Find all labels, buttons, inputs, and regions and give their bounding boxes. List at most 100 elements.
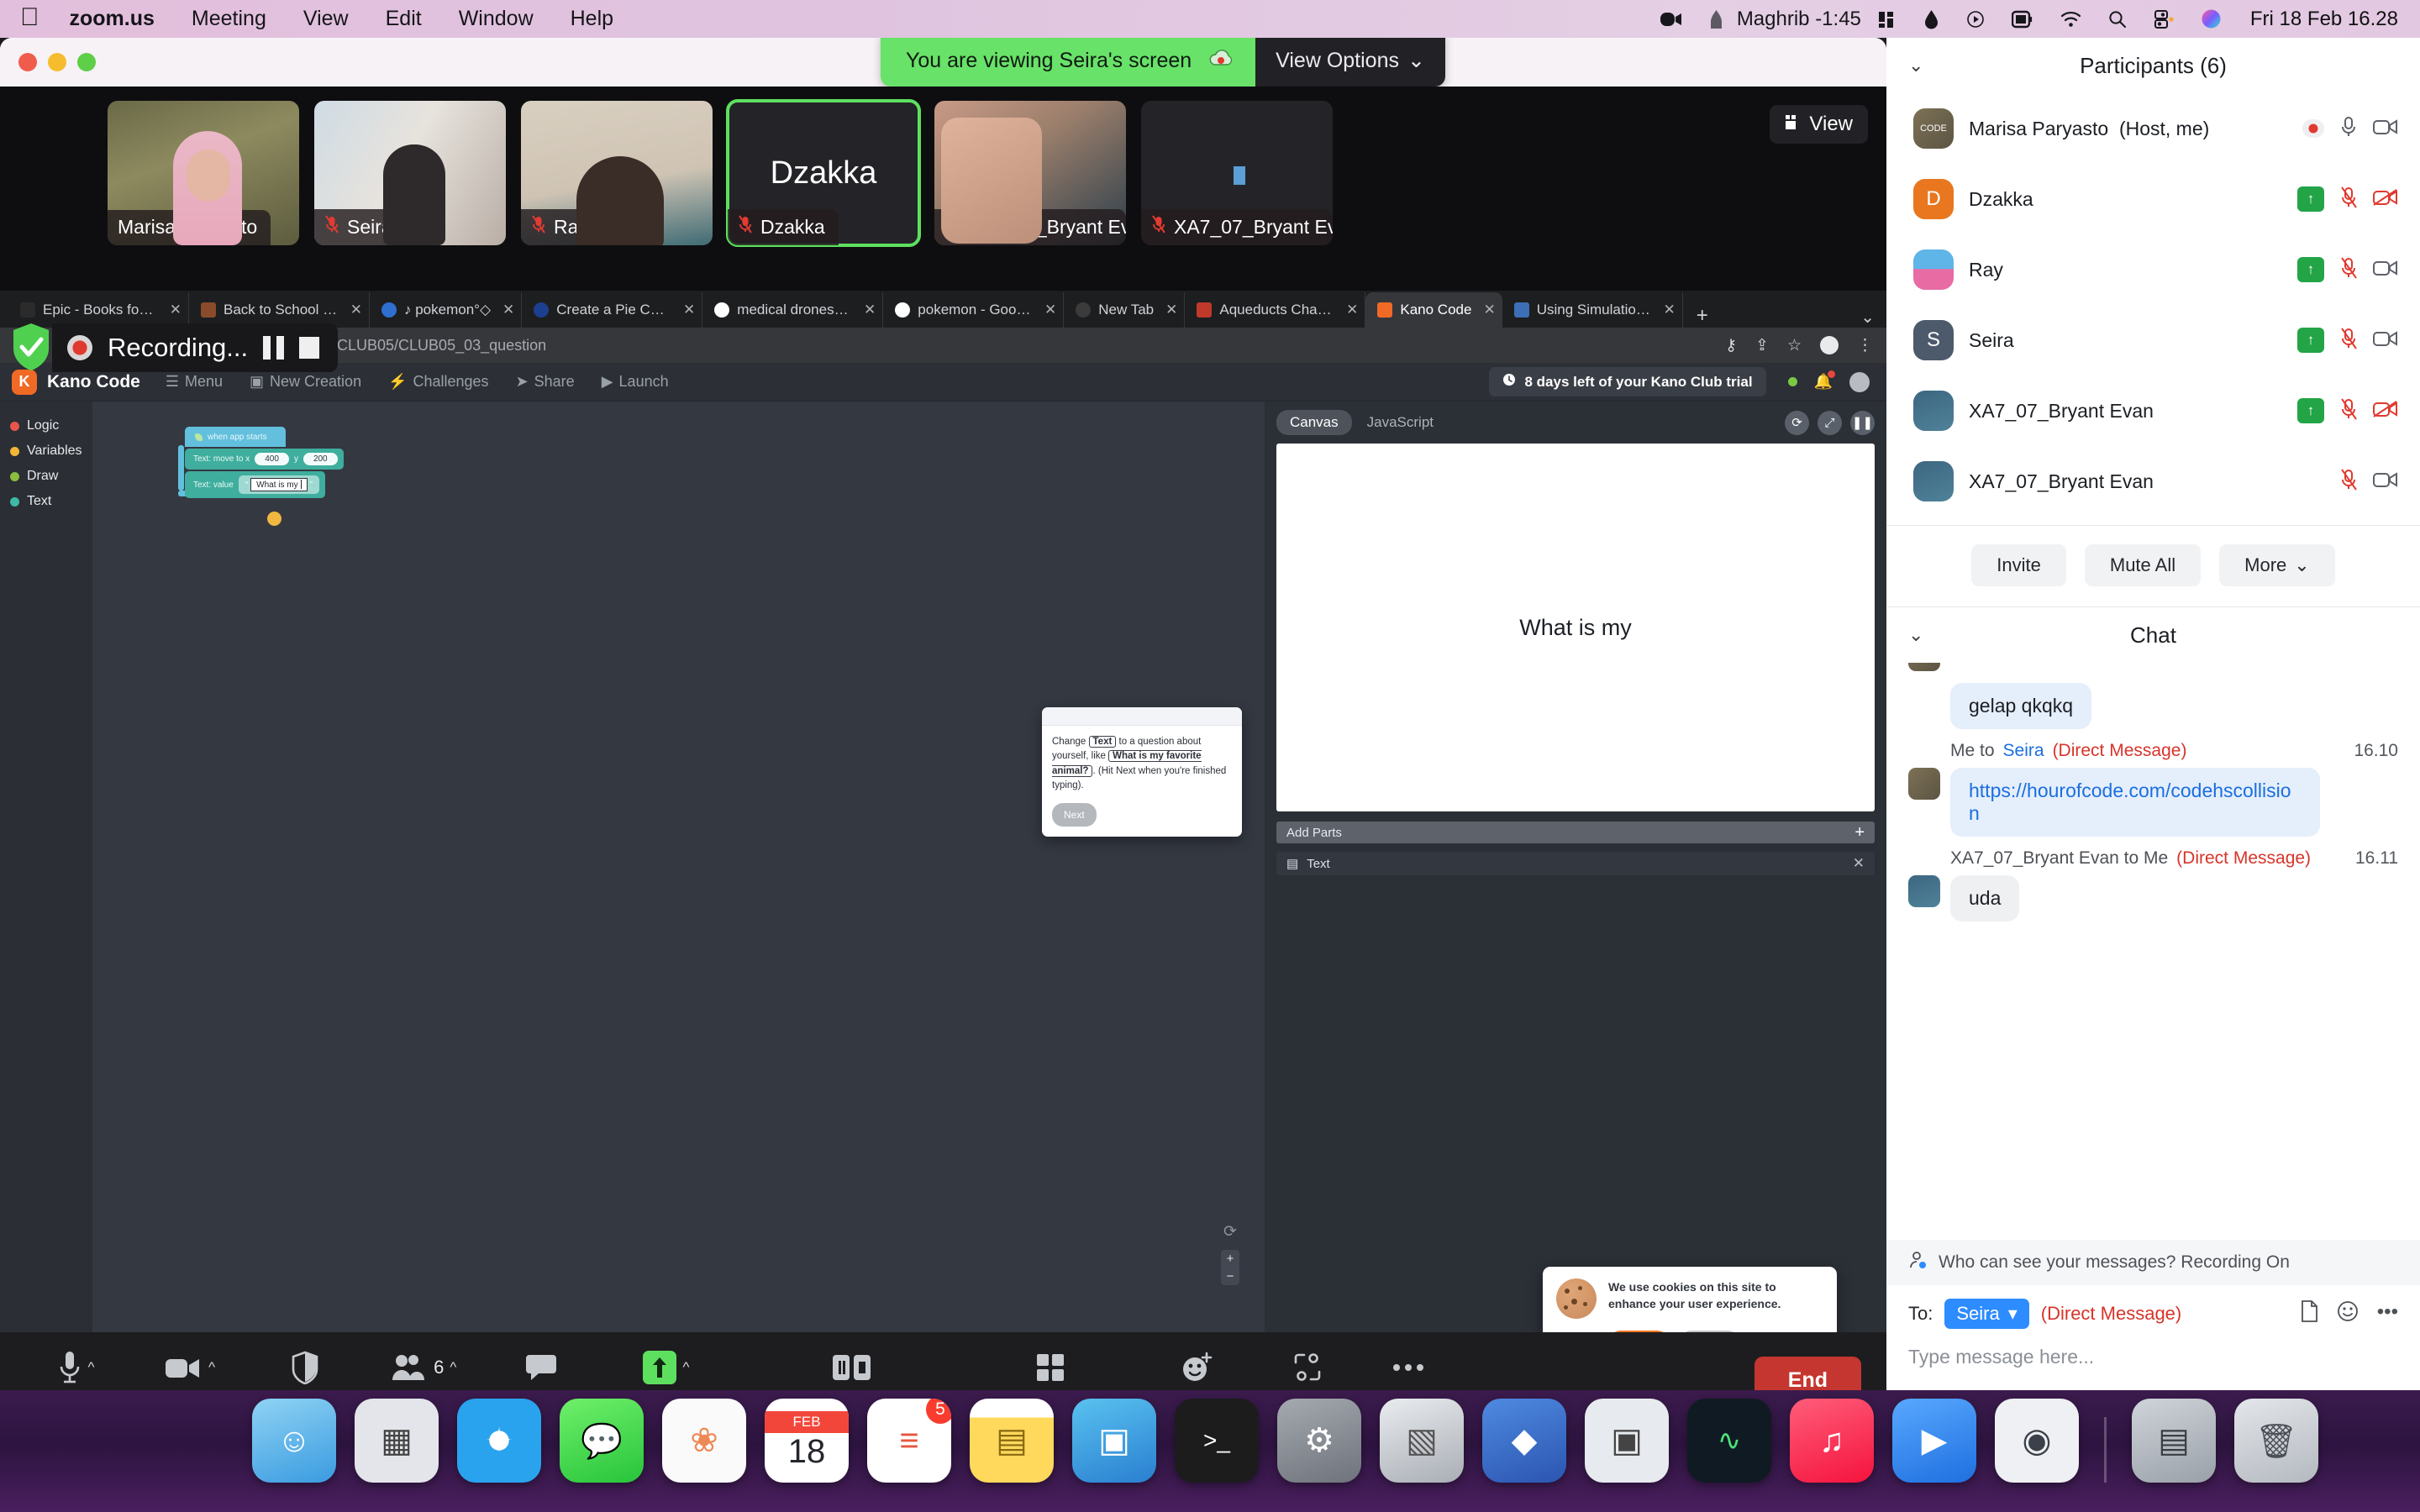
block-input-y[interactable]: 200 [302,453,338,465]
menu-meeting[interactable]: Meeting [173,7,285,31]
user-avatar-icon[interactable] [1849,371,1870,392]
stats-icon[interactable] [1865,10,1910,29]
search-icon[interactable] [2095,10,2140,29]
chat-recipient-dropdown[interactable]: Seira ▾ [1944,1299,2029,1329]
view-options-button[interactable]: View Options ⌄ [1255,38,1445,87]
browser-tab[interactable]: Using Simulations | CodeHS ✕ [1502,292,1683,328]
stacks-icon[interactable]: ▤ [2132,1399,2216,1483]
raise-hand-icon[interactable]: ↑ [2297,257,2324,282]
apple-icon[interactable]:  [20,4,51,34]
block-text-input[interactable]: What is my [250,478,308,491]
tab-javascript[interactable]: JavaScript [1367,414,1434,431]
raise-hand-icon[interactable]: ↑ [2297,186,2324,212]
mic-off-icon[interactable] [2339,186,2358,213]
tab-close-icon[interactable]: ✕ [498,302,514,318]
kano-share-button[interactable]: ➤ Share [502,373,588,391]
toolbar-participants-button[interactable]: 6 ^ Participants [357,1347,491,1390]
tab-close-icon[interactable]: ✕ [1040,302,1056,318]
kano-launch-button[interactable]: ▶ Launch [588,373,682,391]
finder-icon[interactable]: ☺ [252,1399,336,1483]
toolbar-breakout-rooms-button[interactable]: Breakout Rooms [963,1347,1138,1390]
play-circle-icon[interactable] [1953,10,1998,29]
participant-row-marisa[interactable]: CODE Marisa Paryasto (Host, me) [1886,93,2420,164]
kebab-menu-icon[interactable]: ⋮ [1857,336,1873,355]
refresh-icon[interactable]: ⟳ [1223,1222,1237,1242]
mute-options-caret[interactable]: ^ [88,1359,95,1376]
raise-hand-icon[interactable]: ↑ [2297,328,2324,353]
toolbar-mute-button[interactable]: ^ Mute [25,1347,126,1390]
tab-canvas[interactable]: Canvas [1276,410,1352,435]
chevron-down-icon[interactable]: ⌄ [1908,55,1923,76]
tab-close-icon[interactable]: ✕ [679,302,695,318]
tab-close-icon[interactable]: ✕ [346,302,362,318]
video-thumbnail-ray[interactable]: Ray [521,101,713,245]
toolbar-reactions-button[interactable]: Reactions [1138,1347,1257,1390]
chat-message-input[interactable]: Type message here... [1886,1337,2420,1390]
tab-close-icon[interactable]: ✕ [1659,302,1675,318]
music-icon[interactable]: ♫ [1790,1399,1874,1483]
kano-new-creation-button[interactable]: ▣ New Creation [236,373,375,391]
block-input-x[interactable]: 400 [255,453,289,465]
part-row-text[interactable]: ▤ Text ✕ [1276,852,1875,875]
block-when-app-starts[interactable]: when app starts [185,427,286,447]
trash-icon[interactable]: 🗑 [2234,1399,2318,1483]
minimize-window-button[interactable] [48,53,66,71]
spotlight-icon[interactable]: ◉ [1995,1399,2079,1483]
ellipsis-icon[interactable]: ••• [2377,1300,2398,1328]
palette-item-draw[interactable]: Draw [0,464,92,489]
deny-button[interactable]: Deny [1679,1331,1741,1332]
kano-menu-button[interactable]: ☰ Menu [152,373,236,391]
toolbar-apps-button[interactable]: Apps [1257,1347,1358,1390]
browser-tab[interactable]: New Tab ✕ [1064,292,1186,328]
kano-workspace[interactable]: when app starts Text: move to x 400 y 20… [92,402,1265,1332]
bell-icon[interactable]: 🔔 [1814,370,1835,391]
new-tab-button[interactable]: + [1683,304,1722,328]
messages-icon[interactable]: 💬 [560,1399,644,1483]
close-icon[interactable]: ✕ [1853,855,1865,872]
toolbar-chat-button[interactable]: Chat [491,1347,592,1390]
menu-edit[interactable]: Edit [367,7,440,31]
video-camera-icon[interactable] [2373,118,2398,140]
safari-icon[interactable]: ✦ [457,1399,541,1483]
close-window-button[interactable] [18,53,37,71]
prayer-time-text[interactable]: Maghrib -1:45 [1737,8,1865,31]
browser-tab-active-kano[interactable]: Kano Code ✕ [1365,292,1502,328]
next-button[interactable]: Next [1052,803,1097,827]
video-thumbnail-dzakka[interactable]: Dzakka Dzakka [726,99,921,247]
pause-recording-button[interactable] [263,336,285,360]
tab-close-icon[interactable]: ✕ [1342,302,1358,318]
raise-hand-icon[interactable]: ↑ [2297,398,2324,423]
video-off-icon[interactable] [2373,400,2398,423]
maximize-window-button[interactable] [77,53,96,71]
browser-tab[interactable]: Back to School 2021 - BrainPO ✕ [189,292,370,328]
participant-row-bryant-2[interactable]: XA7_07_Bryant Evan [1886,446,2420,517]
menu-window[interactable]: Window [440,7,552,31]
video-thumbnail-seira[interactable]: Seira [314,101,506,245]
video-thumbnail-bryant-2[interactable]: XA7_07_Bryant Evan [1141,101,1333,245]
file-icon[interactable] [2300,1299,2318,1328]
browser-tab[interactable]: medical drones - Google Searc ✕ [702,292,884,328]
tab-close-icon[interactable]: ✕ [1479,302,1495,318]
menu-zoomus[interactable]: zoom.us [51,7,173,31]
block-stack[interactable]: when app starts Text: move to x 400 y 20… [178,427,344,526]
emoji-icon[interactable] [2337,1300,2359,1328]
add-part-plus-icon[interactable]: + [1854,823,1865,843]
siri-icon[interactable] [2187,8,2235,29]
roblox-icon[interactable]: ▣ [1585,1399,1669,1483]
droplet-icon[interactable] [1910,9,1953,29]
menu-view[interactable]: View [285,7,367,31]
zoom-out-button[interactable]: − [1221,1268,1239,1285]
system-preferences-icon[interactable]: ⚙ [1277,1399,1361,1483]
microphone-icon[interactable] [2339,116,2358,142]
video-camera-icon[interactable] [2373,329,2398,352]
browser-tab[interactable]: pokemon - Google Search ✕ [883,292,1065,328]
mosque-icon[interactable] [1696,9,1737,29]
fullscreen-icon[interactable]: ⤢ [1818,410,1842,435]
block-text-move-to[interactable]: Text: move to x 400 y 200 [185,449,344,470]
kano-logo-icon[interactable]: K [12,369,37,395]
participants-options-caret[interactable]: ^ [450,1359,456,1376]
control-center-icon[interactable] [2140,9,2187,29]
mute-all-button[interactable]: Mute All [2084,544,2202,586]
zoom-in-button[interactable]: + [1221,1250,1239,1268]
end-meeting-button[interactable]: End [1754,1356,1861,1390]
